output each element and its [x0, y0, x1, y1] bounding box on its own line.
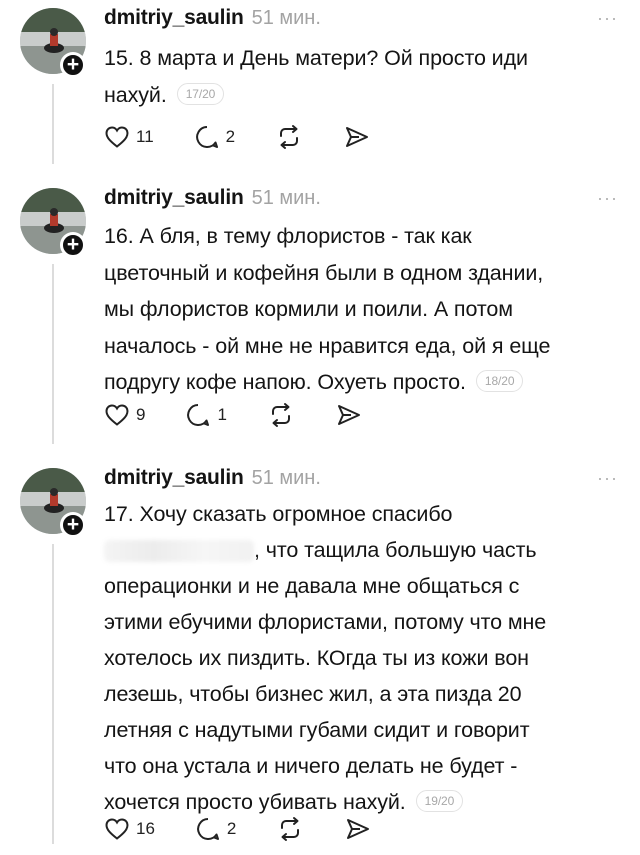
- repost-icon: [281, 817, 300, 841]
- like-button[interactable]: 16: [104, 817, 155, 841]
- username[interactable]: dmitriy_saulin: [104, 466, 244, 489]
- repost-button[interactable]: [267, 402, 295, 428]
- post-header: dmitriy_saulin 51 мин.: [104, 466, 321, 490]
- username[interactable]: dmitriy_saulin: [104, 186, 244, 209]
- post-header: dmitriy_saulin 51 мин.: [104, 6, 321, 30]
- text-line-mention: , что тащила большую часть: [104, 532, 624, 568]
- share-button[interactable]: [343, 124, 371, 150]
- comment-button[interactable]: 2: [194, 124, 235, 150]
- comment-count: 2: [225, 127, 236, 146]
- repost-button[interactable]: [275, 124, 303, 150]
- text-line: , что тащила большую часть: [254, 538, 537, 562]
- text-line: 17. Хочу сказать огромное спасибо: [104, 502, 453, 526]
- text-line: нахуй.: [104, 82, 167, 107]
- repost-button[interactable]: [276, 816, 304, 842]
- text-line: цветочный и кофейня были в одном здании,: [104, 260, 544, 285]
- post-time: 51 мин.: [251, 7, 321, 29]
- repost-icon: [271, 403, 290, 427]
- thread-line: [52, 544, 54, 844]
- share-button[interactable]: [335, 402, 363, 428]
- text-line: что она устала и ничего делать не будет …: [104, 754, 518, 778]
- comment-icon: [187, 404, 210, 426]
- post-15: + dmitriy_saulin 51 мин. ··· 15. 8 марта …: [0, 0, 640, 180]
- thread-counter: 17/20: [176, 82, 225, 105]
- thread-counter: 18/20: [475, 370, 524, 393]
- comment-icon: [197, 818, 219, 840]
- follow-plus-icon[interactable]: +: [60, 512, 86, 538]
- blurred-mention: [104, 540, 254, 563]
- text-line: подругу кофе напою. Охуеть просто.: [104, 370, 466, 394]
- share-button[interactable]: [344, 816, 372, 842]
- text-line-last: нахуй. 17/20: [104, 77, 624, 114]
- text-line: операционки и не давала мне общаться с: [104, 574, 520, 598]
- post-time: 51 мин.: [251, 187, 321, 209]
- action-bar: 16 2: [104, 814, 412, 844]
- post-text: 15. 8 марта и День матери? Ой просто иди…: [104, 40, 624, 113]
- post-text: 16. А бля, в тему флористов - так как цв…: [104, 218, 624, 401]
- comment-icon: [195, 126, 218, 148]
- text-line: началось - ой мне не нравится еда, ой я …: [104, 333, 551, 358]
- post-17: + dmitriy_saulin 51 мин. ··· 17. Хочу ска…: [0, 460, 640, 855]
- repost-icon: [280, 125, 299, 149]
- send-icon: [346, 127, 369, 147]
- heart-icon: [105, 818, 129, 840]
- text-line: летняя с надутыми губами сидит и говорит: [104, 718, 530, 742]
- like-count: 11: [136, 127, 154, 146]
- heart-icon: [105, 404, 129, 426]
- post-16: + dmitriy_saulin 51 мин. ··· 16. А бля, в…: [0, 180, 640, 460]
- thread-line: [52, 84, 54, 164]
- text-line: этими ебучими флористами, потому что мне: [104, 610, 547, 634]
- text-line-last: подругу кофе напою. Охуеть просто. 18/20: [104, 364, 624, 401]
- post-text: 17. Хочу сказать огромное спасибо , что …: [104, 496, 624, 820]
- like-button[interactable]: 11: [104, 125, 154, 149]
- comment-count: 1: [217, 405, 227, 424]
- follow-plus-icon[interactable]: +: [60, 52, 86, 78]
- like-count: 16: [136, 819, 155, 838]
- text-line: 15. 8 марта и День матери? Ой просто иди: [104, 46, 528, 70]
- text-line: хотелось их пиздить. КОгда ты из кожи во…: [104, 646, 529, 670]
- more-options-icon[interactable]: ···: [597, 468, 618, 489]
- thread-counter: 19/20: [415, 790, 464, 813]
- text-line: 16. А бля, в тему флористов - так как: [104, 224, 472, 248]
- send-icon: [337, 405, 360, 425]
- text-line: мы флористов кормили и поили. А потом: [104, 297, 513, 321]
- more-options-icon[interactable]: ···: [597, 8, 618, 29]
- comment-button[interactable]: 2: [195, 816, 236, 842]
- post-time: 51 мин.: [251, 467, 321, 489]
- thread-line: [52, 264, 54, 444]
- follow-plus-icon[interactable]: +: [60, 232, 86, 258]
- action-bar: 9 1: [104, 400, 403, 430]
- text-line: хочется просто убивать нахуй.: [104, 790, 406, 814]
- comment-button[interactable]: 1: [185, 402, 227, 428]
- like-count: 9: [136, 405, 146, 424]
- action-bar: 11 2: [104, 122, 411, 152]
- username[interactable]: dmitriy_saulin: [104, 6, 244, 29]
- text-line: лезешь, чтобы бизнес жил, а эта пизда 20: [104, 682, 522, 706]
- send-icon: [347, 819, 370, 839]
- heart-icon: [105, 126, 129, 148]
- comment-count: 2: [226, 819, 237, 838]
- post-header: dmitriy_saulin 51 мин.: [104, 186, 321, 210]
- more-options-icon[interactable]: ···: [597, 188, 618, 209]
- like-button[interactable]: 9: [104, 403, 145, 427]
